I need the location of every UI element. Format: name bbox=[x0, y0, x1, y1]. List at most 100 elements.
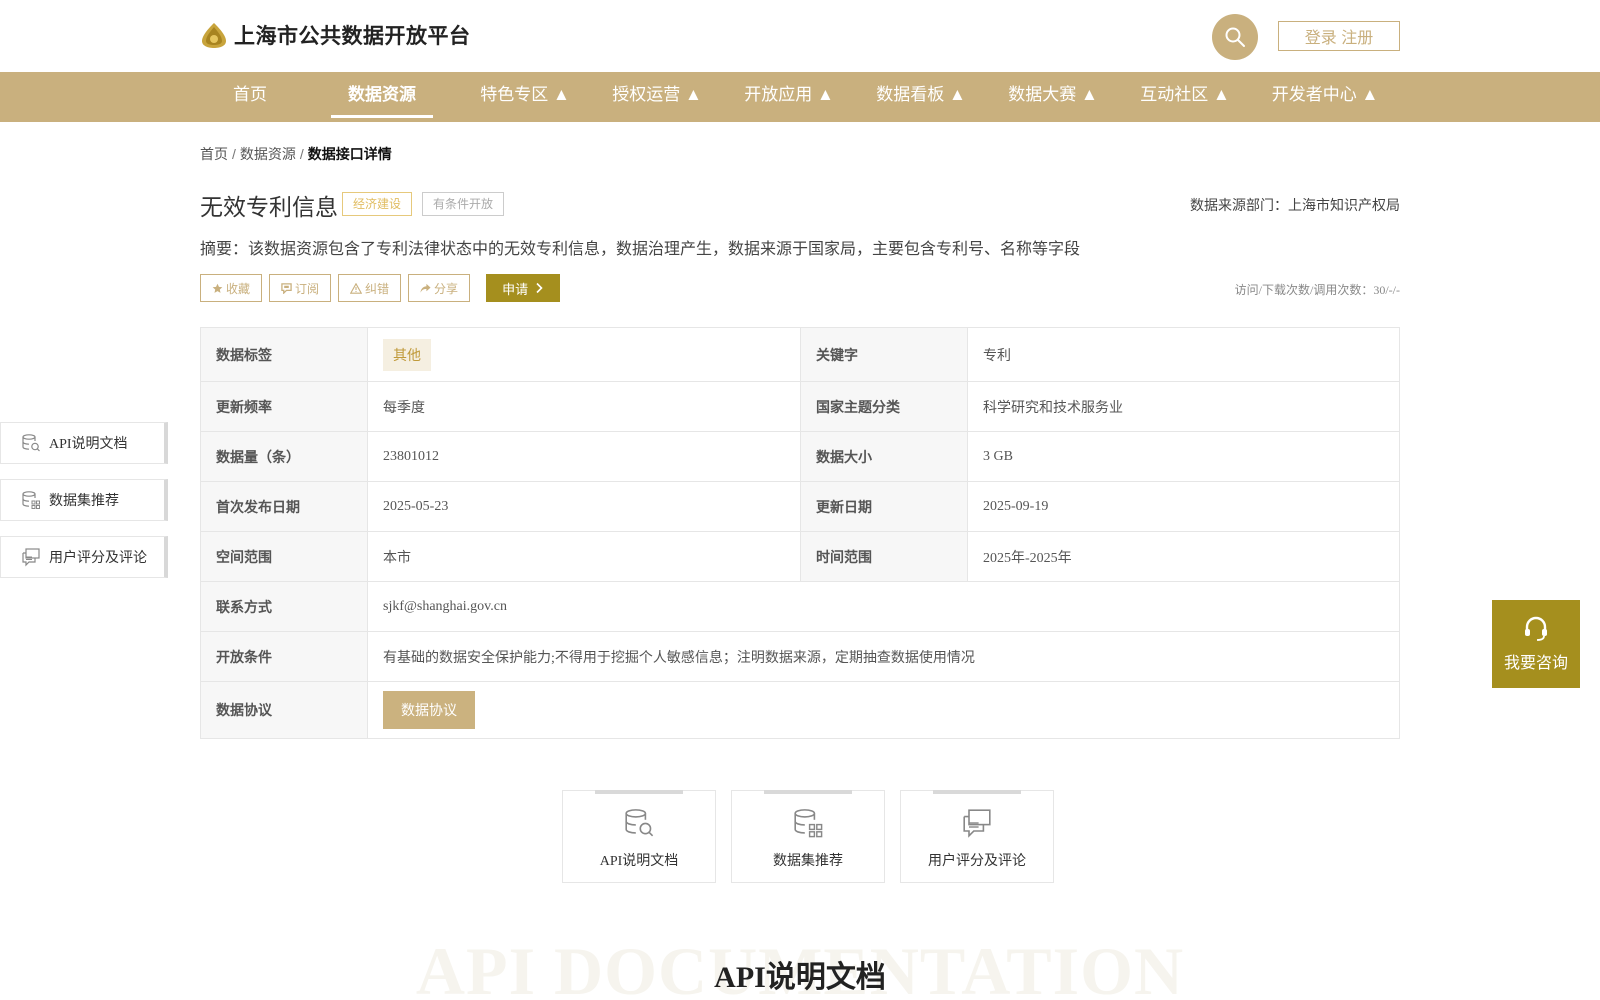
visit-stats: 访问/下载次数/调用次数：30/-/- bbox=[1234, 283, 1400, 297]
card-top-bar bbox=[933, 790, 1021, 794]
subscribe-label: 订阅 bbox=[295, 281, 320, 296]
star-icon bbox=[212, 283, 223, 293]
open-condition-tag: 有条件开放 bbox=[422, 192, 505, 216]
login-register-button[interactable]: 登录 注册 bbox=[1278, 21, 1400, 51]
apply-label: 申请 bbox=[502, 281, 529, 297]
side-nav-api-doc[interactable]: API说明文档 bbox=[0, 422, 168, 464]
side-nav-label: 数据集推荐 bbox=[49, 494, 119, 509]
share-button[interactable]: 分享 bbox=[408, 274, 471, 302]
nav-item-community[interactable]: 互动社区 ▲ bbox=[1126, 72, 1244, 122]
side-nav-recommend[interactable]: 数据集推荐 bbox=[0, 479, 168, 521]
table-row: 空间范围 本市 时间范围 2025年-2025年 bbox=[200, 531, 1400, 582]
search-button[interactable] bbox=[1212, 14, 1258, 60]
table-key: 数据标签 bbox=[200, 327, 368, 382]
search-icon bbox=[1225, 27, 1245, 47]
headset-icon bbox=[1525, 616, 1547, 641]
nav-item-home[interactable]: 首页 bbox=[214, 72, 286, 122]
table-key: 开放条件 bbox=[200, 631, 368, 682]
table-value: 2025年-2025年 bbox=[967, 531, 1400, 582]
database-grid-icon bbox=[22, 491, 40, 509]
consult-button[interactable]: 我要咨询 bbox=[1492, 600, 1580, 688]
table-key: 时间范围 bbox=[800, 531, 968, 582]
table-key: 更新日期 bbox=[800, 481, 968, 532]
table-value: 本市 bbox=[367, 531, 801, 582]
breadcrumb-home[interactable]: 首页 bbox=[200, 146, 228, 162]
table-value: 其他 bbox=[367, 327, 801, 382]
table-key: 数据大小 bbox=[800, 431, 968, 482]
table-row: 联系方式 sjkf@shanghai.gov.cn bbox=[200, 581, 1400, 632]
comments-icon bbox=[963, 809, 991, 838]
report-error-button[interactable]: 纠错 bbox=[338, 274, 402, 302]
data-tag-pill[interactable]: 其他 bbox=[383, 338, 431, 371]
table-key: 数据量（条） bbox=[200, 431, 368, 482]
table-key: 联系方式 bbox=[200, 581, 368, 632]
data-protocol-button[interactable]: 数据协议 bbox=[383, 691, 475, 729]
section-title: API说明文档 bbox=[714, 961, 886, 994]
table-key: 关键字 bbox=[800, 327, 968, 382]
site-title: 上海市公共数据开放平台 bbox=[234, 25, 471, 48]
table-key: 首次发布日期 bbox=[200, 481, 368, 532]
action-bar: 收藏 订阅 纠错 分享 申请 bbox=[200, 274, 561, 302]
nav-item-developer-center[interactable]: 开发者中心 ▲ bbox=[1258, 72, 1392, 122]
nav-item-authorized-operation[interactable]: 授权运营 ▲ bbox=[598, 72, 716, 122]
database-search-icon bbox=[625, 809, 654, 837]
dataset-info-table: 数据标签 其他 关键字 专利 更新频率 每季度 国家主题分类 科学研究和技术服务… bbox=[200, 327, 1400, 739]
table-value: 2025-09-19 bbox=[967, 481, 1400, 532]
table-value: 数据协议 bbox=[367, 681, 1400, 739]
favorite-button[interactable]: 收藏 bbox=[200, 274, 263, 302]
table-key: 更新频率 bbox=[200, 381, 368, 432]
nav-item-open-apps[interactable]: 开放应用 ▲ bbox=[730, 72, 848, 122]
card-label: API说明文档 bbox=[599, 854, 679, 869]
category-tag: 经济建设 bbox=[342, 192, 413, 216]
table-key: 国家主题分类 bbox=[800, 381, 968, 432]
table-value: 23801012 bbox=[367, 431, 801, 482]
breadcrumb-data-resources[interactable]: 数据资源 bbox=[240, 146, 296, 162]
table-row: 数据量（条） 23801012 数据大小 3 GB bbox=[200, 431, 1400, 482]
contact-email: sjkf@shanghai.gov.cn bbox=[367, 581, 1400, 632]
card-api-doc[interactable]: API说明文档 bbox=[562, 790, 716, 883]
bookmark-icon bbox=[281, 282, 292, 294]
table-value: 3 GB bbox=[967, 431, 1400, 482]
side-nav-reviews[interactable]: 用户评分及评论 bbox=[0, 536, 168, 578]
share-label: 分享 bbox=[434, 281, 459, 296]
table-row: 数据标签 其他 关键字 专利 bbox=[200, 327, 1400, 382]
card-recommend[interactable]: 数据集推荐 bbox=[731, 790, 885, 883]
main-nav: 首页 数据资源 特色专区 ▲ 授权运营 ▲ 开放应用 ▲ 数据看板 ▲ 数据大赛… bbox=[0, 72, 1600, 122]
source-department: 数据来源部门：上海市知识产权局 bbox=[1190, 197, 1400, 213]
table-value: 每季度 bbox=[367, 381, 801, 432]
report-error-label: 纠错 bbox=[365, 281, 390, 296]
table-key: 数据协议 bbox=[200, 681, 368, 739]
breadcrumb-separator: / bbox=[232, 146, 236, 162]
nav-item-data-dashboard[interactable]: 数据看板 ▲ bbox=[862, 72, 980, 122]
dataset-summary: 摘要：该数据资源包含了专利法律状态中的无效专利信息，数据治理产生，数据来源于国家… bbox=[200, 241, 1081, 258]
breadcrumb: 首页 / 数据资源 / 数据接口详情 bbox=[200, 144, 392, 164]
card-label: 数据集推荐 bbox=[773, 854, 843, 869]
share-icon bbox=[420, 283, 431, 293]
side-anchor-nav: API说明文档 数据集推荐 用户评分及评论 bbox=[0, 422, 168, 593]
nav-item-data-resources[interactable]: 数据资源 bbox=[331, 72, 433, 122]
open-condition-text: 有基础的数据安全保护能力;不得用于挖掘个人敏感信息；注明数据来源，定期抽查数据使… bbox=[367, 631, 1400, 682]
side-nav-label: 用户评分及评论 bbox=[49, 551, 147, 566]
logo-emblem-icon bbox=[200, 21, 228, 49]
favorite-label: 收藏 bbox=[226, 281, 251, 296]
table-value: 专利 bbox=[967, 327, 1400, 382]
database-search-icon bbox=[22, 434, 40, 452]
table-row: 开放条件 有基础的数据安全保护能力;不得用于挖掘个人敏感信息；注明数据来源，定期… bbox=[200, 631, 1400, 682]
table-row: 更新频率 每季度 国家主题分类 科学研究和技术服务业 bbox=[200, 381, 1400, 432]
warning-icon bbox=[350, 282, 363, 294]
subscribe-button[interactable]: 订阅 bbox=[269, 274, 332, 302]
dataset-title: 无效专利信息 bbox=[200, 194, 338, 220]
breadcrumb-separator: / bbox=[299, 146, 304, 162]
table-value: 2025-05-23 bbox=[367, 481, 801, 532]
apply-button[interactable]: 申请 bbox=[486, 274, 561, 302]
site-logo[interactable]: 上海市公共数据开放平台 bbox=[200, 20, 471, 50]
chevron-right-icon bbox=[536, 282, 543, 294]
table-value: 科学研究和技术服务业 bbox=[967, 381, 1400, 432]
nav-item-data-contest[interactable]: 数据大赛 ▲ bbox=[994, 72, 1112, 122]
table-row: 首次发布日期 2025-05-23 更新日期 2025-09-19 bbox=[200, 481, 1400, 532]
nav-item-special-zones[interactable]: 特色专区 ▲ bbox=[466, 72, 584, 122]
card-reviews[interactable]: 用户评分及评论 bbox=[900, 790, 1054, 883]
table-key: 空间范围 bbox=[200, 531, 368, 582]
comments-icon bbox=[22, 548, 40, 567]
card-label: 用户评分及评论 bbox=[928, 854, 1026, 869]
